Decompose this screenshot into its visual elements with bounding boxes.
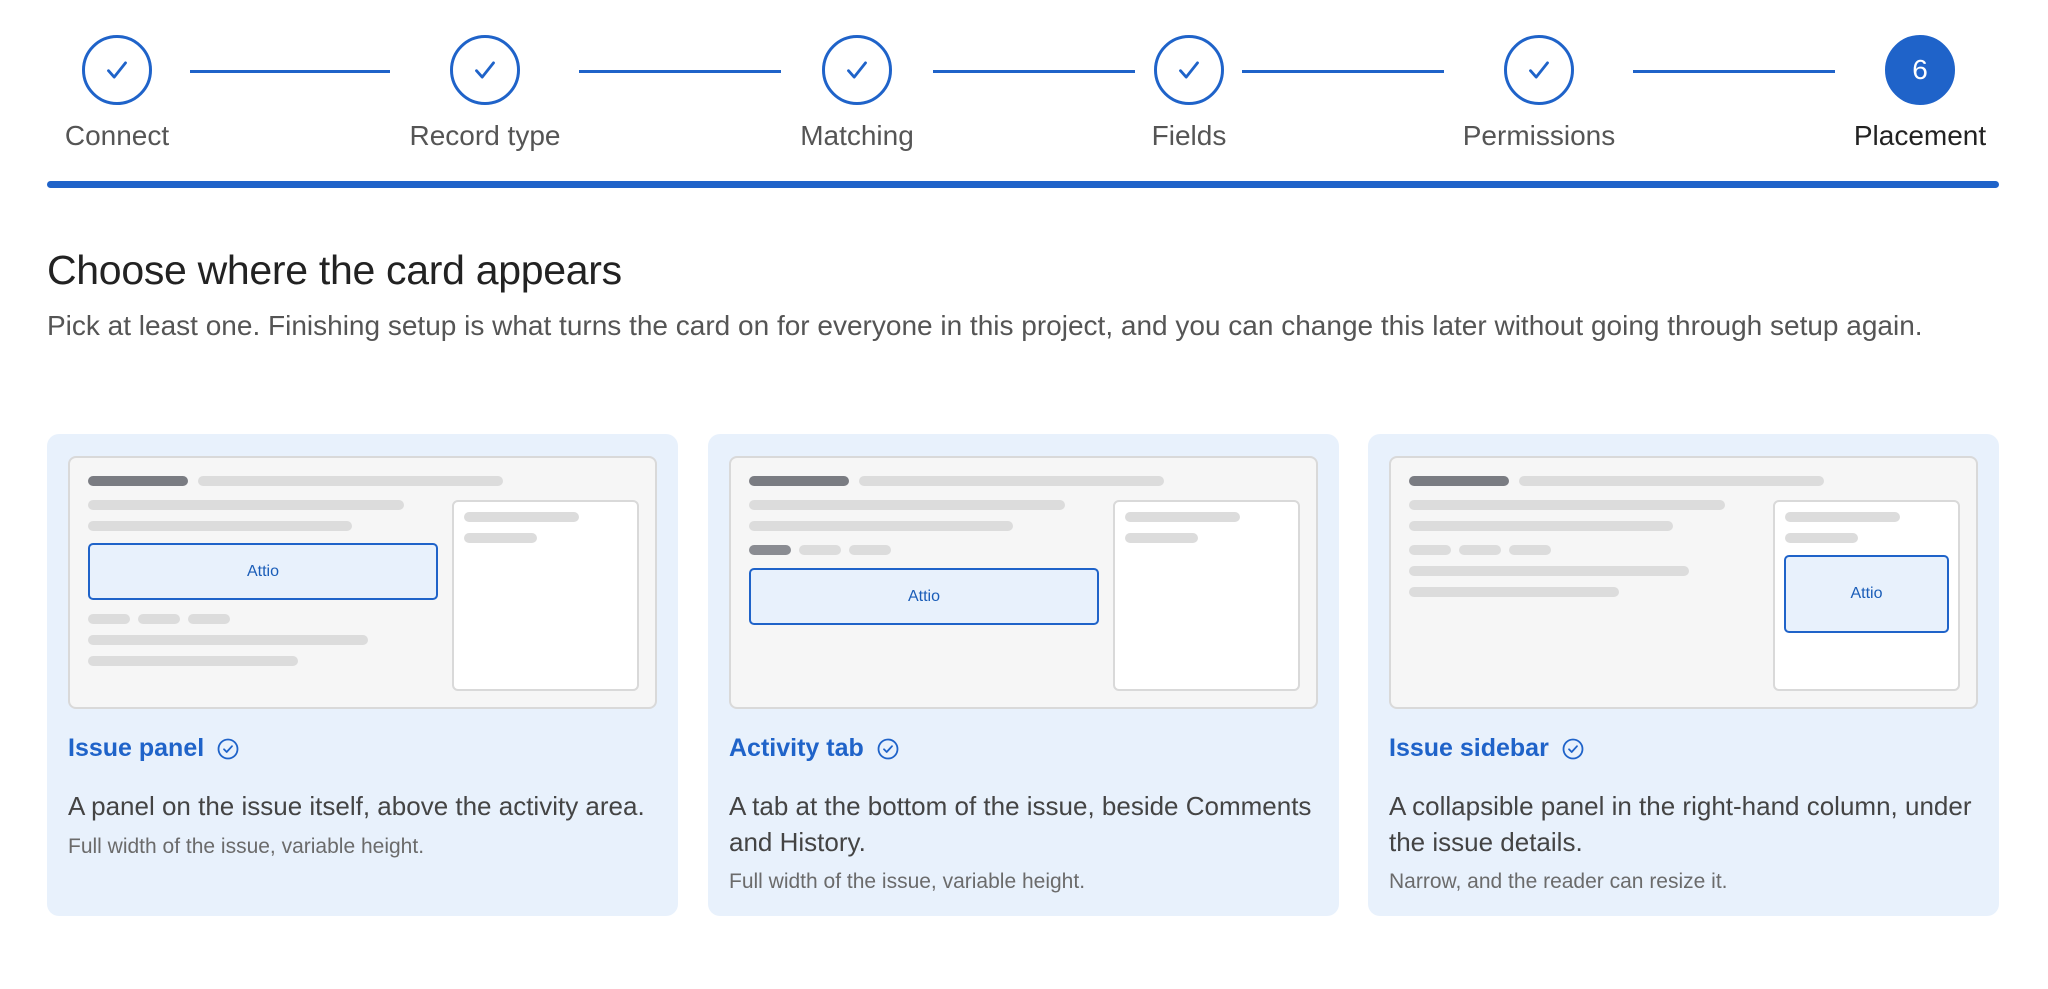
step-label-record-type[interactable]: Record type xyxy=(375,120,595,152)
check-circle-icon xyxy=(877,738,899,759)
preview-line xyxy=(1409,476,1509,486)
preview-line xyxy=(1409,500,1725,510)
option-description: A collapsible panel in the right-hand co… xyxy=(1389,791,1972,857)
step-matching-indicator[interactable] xyxy=(822,35,892,105)
preview-line xyxy=(1409,566,1689,576)
preview-line xyxy=(88,635,368,645)
preview-line xyxy=(1409,521,1673,531)
step-label-permissions[interactable]: Permissions xyxy=(1429,120,1649,152)
check-circle-icon xyxy=(1562,738,1584,759)
step-connector xyxy=(190,70,390,73)
step-connector xyxy=(933,70,1135,73)
preview-line xyxy=(198,476,503,486)
preview-line xyxy=(859,476,1164,486)
preview-line xyxy=(1409,587,1619,597)
placement-preview: Attio xyxy=(68,456,657,709)
preview-line xyxy=(138,614,180,624)
step-fields-indicator[interactable] xyxy=(1154,35,1224,105)
page-title: Choose where the card appears xyxy=(47,247,622,293)
option-title: Activity tab xyxy=(729,734,900,763)
preview-line xyxy=(1785,533,1858,543)
placement-preview: Attio xyxy=(1389,456,1978,709)
step-label-matching[interactable]: Matching xyxy=(747,120,967,152)
setup-stepper: 6 Connect Record type Matching Fields Pe… xyxy=(0,0,2048,151)
check-icon xyxy=(1529,61,1549,79)
preview-line xyxy=(88,500,404,510)
preview-tab xyxy=(799,545,841,555)
preview-line xyxy=(188,614,230,624)
preview-line xyxy=(1409,545,1451,555)
preview-tab xyxy=(849,545,891,555)
preview-line xyxy=(464,512,579,522)
preview-line xyxy=(1459,545,1501,555)
placement-option-issue-panel[interactable]: Attio Issue panel A panel on the issue i… xyxy=(47,434,678,916)
step-record-type-indicator[interactable] xyxy=(450,35,520,105)
option-title: Issue panel xyxy=(68,734,240,763)
progress-bar xyxy=(47,181,1999,188)
placement-option-activity-tab[interactable]: Attio Activity tab A tab at the bottom o… xyxy=(708,434,1339,916)
preview-line xyxy=(749,521,1013,531)
preview-line xyxy=(1519,476,1824,486)
option-description: A tab at the bottom of the issue, beside… xyxy=(729,791,1312,857)
option-title-text: Issue sidebar xyxy=(1389,734,1549,762)
check-icon xyxy=(107,61,127,79)
preview-sidebar xyxy=(452,500,639,691)
preview-line xyxy=(1509,545,1551,555)
check-icon xyxy=(847,61,867,79)
attio-card-preview: Attio xyxy=(749,568,1099,625)
preview-sidebar xyxy=(1113,500,1300,691)
step-connector xyxy=(1633,70,1835,73)
step-permissions-indicator[interactable] xyxy=(1504,35,1574,105)
preview-line xyxy=(1125,512,1240,522)
step-number: 6 xyxy=(1912,54,1928,85)
page-subtitle: Pick at least one. Finishing setup is wh… xyxy=(47,310,1923,341)
preview-line xyxy=(1785,512,1900,522)
option-note: Narrow, and the reader can resize it. xyxy=(1389,870,1728,893)
step-connector xyxy=(579,70,781,73)
option-title: Issue sidebar xyxy=(1389,734,1585,763)
option-note: Full width of the issue, variable height… xyxy=(729,870,1086,893)
preview-line xyxy=(1125,533,1198,543)
option-note: Full width of the issue, variable height… xyxy=(68,835,425,858)
check-icon xyxy=(475,61,495,79)
step-label-placement: Placement xyxy=(1853,120,1987,151)
preview-line xyxy=(88,614,130,624)
preview-sidebar: Attio xyxy=(1773,500,1960,691)
placement-preview: Attio xyxy=(729,456,1318,709)
option-title-text: Activity tab xyxy=(729,734,864,762)
step-connect-indicator[interactable] xyxy=(82,35,152,105)
step-placement-indicator: 6 xyxy=(1885,35,1955,105)
attio-card-preview: Attio xyxy=(1784,555,1949,633)
check-circle-icon xyxy=(217,738,239,759)
option-description: A panel on the issue itself, above the a… xyxy=(68,791,645,821)
preview-line xyxy=(749,500,1065,510)
step-label-connect[interactable]: Connect xyxy=(7,120,227,152)
step-label-fields[interactable]: Fields xyxy=(1079,120,1299,152)
preview-line xyxy=(88,656,298,666)
step-connector xyxy=(1242,70,1444,73)
preview-line xyxy=(749,476,849,486)
preview-tab-active xyxy=(749,545,791,555)
option-title-text: Issue panel xyxy=(68,734,205,762)
check-icon xyxy=(1179,61,1199,79)
preview-line xyxy=(464,533,537,543)
preview-line xyxy=(88,476,188,486)
placement-option-issue-sidebar[interactable]: Attio Issue sidebar A collapsible panel … xyxy=(1368,434,1999,916)
preview-line xyxy=(88,521,352,531)
attio-card-preview: Attio xyxy=(88,543,438,600)
